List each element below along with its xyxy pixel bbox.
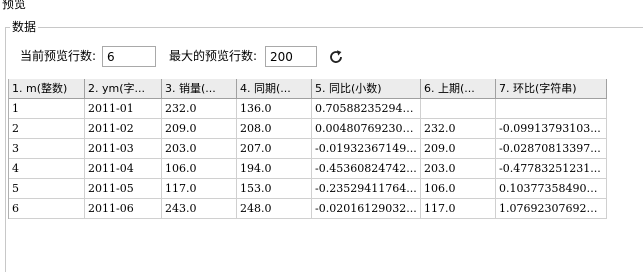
table-row[interactable]: 5 2011-05 117.0 153.0 -0.23529411764... … bbox=[9, 179, 607, 199]
table-cell: 207.0 bbox=[237, 139, 312, 159]
table-cell: 0.004807692307... bbox=[312, 119, 421, 139]
table-cell: 0.10377358490566 bbox=[496, 179, 607, 199]
table-cell: -0.47783251231... bbox=[496, 159, 607, 179]
table-cell: 209.0 bbox=[421, 139, 496, 159]
column-header[interactable]: 1. m(整数) bbox=[9, 79, 85, 99]
column-header[interactable]: 2. ym(字... bbox=[85, 79, 162, 99]
table-cell: 136.0 bbox=[237, 99, 312, 119]
refresh-button[interactable] bbox=[326, 46, 346, 68]
table-cell: 232.0 bbox=[421, 119, 496, 139]
table-cell: 203.0 bbox=[421, 159, 496, 179]
table-cell bbox=[496, 99, 607, 119]
table-cell: 248.0 bbox=[237, 199, 312, 219]
column-header[interactable]: 6. 上期(... bbox=[421, 79, 496, 99]
column-header[interactable]: 4. 同期(... bbox=[237, 79, 312, 99]
refresh-icon bbox=[330, 50, 342, 63]
table-cell bbox=[421, 99, 496, 119]
table-cell: 117.0 bbox=[421, 199, 496, 219]
table-cell: -0.02016129032... bbox=[312, 199, 421, 219]
table-cell: 117.0 bbox=[162, 179, 237, 199]
table-cell: 2011-06 bbox=[85, 199, 162, 219]
table-cell: -0.09913793103... bbox=[496, 119, 607, 139]
table-cell: 194.0 bbox=[237, 159, 312, 179]
table-row[interactable]: 2 2011-02 209.0 208.0 0.004807692307... … bbox=[9, 119, 607, 139]
table-row[interactable]: 1 2011-01 232.0 136.0 0.705882352941... bbox=[9, 99, 607, 119]
max-rows-label: 最大的预览行数: bbox=[169, 49, 258, 63]
column-header[interactable]: 5. 同比(小数) bbox=[312, 79, 421, 99]
table-cell: 4 bbox=[9, 159, 85, 179]
table-cell: 2011-01 bbox=[85, 99, 162, 119]
table-cell: 0.705882352941... bbox=[312, 99, 421, 119]
table-cell: 232.0 bbox=[162, 99, 237, 119]
title-bar: 预览 bbox=[0, 0, 643, 12]
groupbox-title: 数据 bbox=[10, 20, 39, 34]
window-title: 预览 bbox=[2, 0, 27, 11]
preview-rows-input[interactable] bbox=[102, 46, 156, 67]
table-cell: 2011-05 bbox=[85, 179, 162, 199]
table-cell: 3 bbox=[9, 139, 85, 159]
table-cell: 5 bbox=[9, 179, 85, 199]
column-header[interactable]: 3. 销量(... bbox=[162, 79, 237, 99]
max-rows-input[interactable] bbox=[265, 46, 317, 67]
table-cell: 106.0 bbox=[421, 179, 496, 199]
table-cell: 2011-02 bbox=[85, 119, 162, 139]
preview-table: 1. m(整数) 2. ym(字... 3. 销量(... 4. 同期(... … bbox=[8, 79, 607, 219]
table-cell: 208.0 bbox=[237, 119, 312, 139]
table-cell: 2011-04 bbox=[85, 159, 162, 179]
table-row[interactable]: 3 2011-03 203.0 207.0 -0.01932367149... … bbox=[9, 139, 607, 159]
table-cell: 1.07692307692308 bbox=[496, 199, 607, 219]
table-cell: -0.01932367149... bbox=[312, 139, 421, 159]
table-cell: 243.0 bbox=[162, 199, 237, 219]
table-row[interactable]: 4 2011-04 106.0 194.0 -0.45360824742... … bbox=[9, 159, 607, 179]
table-cell: 203.0 bbox=[162, 139, 237, 159]
table-cell: 106.0 bbox=[162, 159, 237, 179]
preview-rows-label: 当前预览行数: bbox=[20, 49, 97, 63]
table-cell: 153.0 bbox=[237, 179, 312, 199]
table-cell: -0.02870813397... bbox=[496, 139, 607, 159]
table-cell: 2 bbox=[9, 119, 85, 139]
table-cell: -0.45360824742... bbox=[312, 159, 421, 179]
table-row[interactable]: 6 2011-06 243.0 248.0 -0.02016129032... … bbox=[9, 199, 607, 219]
table-header-row: 1. m(整数) 2. ym(字... 3. 销量(... 4. 同期(... … bbox=[9, 79, 607, 99]
table-cell: 2011-03 bbox=[85, 139, 162, 159]
table-cell: 209.0 bbox=[162, 119, 237, 139]
table-cell: -0.23529411764... bbox=[312, 179, 421, 199]
table-cell: 1 bbox=[9, 99, 85, 119]
table-cell: 6 bbox=[9, 199, 85, 219]
column-header[interactable]: 7. 环比(字符串) bbox=[496, 79, 607, 99]
